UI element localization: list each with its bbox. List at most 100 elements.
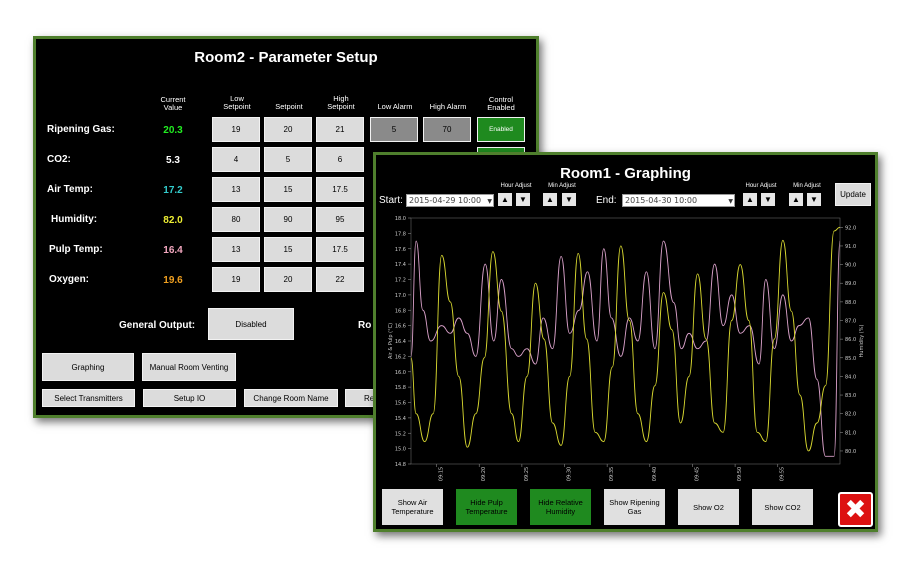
header-high-alarm: High Alarm <box>429 102 467 111</box>
graphing-button[interactable]: Graphing <box>42 353 134 381</box>
left-tick-label: 15.0 <box>395 447 406 453</box>
current-oxygen: 19.6 <box>163 275 183 286</box>
relative-humidity-line <box>410 226 841 452</box>
right-tick-label: 90.0 <box>845 263 856 269</box>
right-tick-label: 87.0 <box>845 319 856 325</box>
ripening-gas-high-alarm[interactable]: 70 <box>423 117 471 142</box>
row-label-pulp-temp: Pulp Temp: <box>49 244 103 255</box>
ripening-gas-low-alarm[interactable]: 5 <box>370 117 418 142</box>
ripening-gas-control-enabled[interactable]: Enabled <box>477 117 525 142</box>
left-tick-label: 17.2 <box>395 278 406 284</box>
x-tick-label: 09:15 <box>439 467 445 481</box>
right-tick-label: 91.0 <box>845 244 856 250</box>
row-label-air-temp: Air Temp: <box>47 184 93 195</box>
left-tick-label: 15.4 <box>395 416 406 422</box>
right-tick-label: 82.0 <box>845 412 856 418</box>
show-co2-button[interactable]: Show CO2 <box>752 489 813 525</box>
current-air-temp: 17.2 <box>163 185 183 196</box>
select-transmitters-button[interactable]: Select Transmitters <box>42 389 135 407</box>
end-min-adjust-label: Min Adjust <box>793 183 821 189</box>
pulp-temperature-line <box>410 240 841 457</box>
show-o2-button[interactable]: Show O2 <box>678 489 739 525</box>
oxygen-high-setpoint[interactable]: 22 <box>316 267 364 292</box>
start-min-up-icon[interactable]: ▲ <box>543 193 557 206</box>
current-co2: 5.3 <box>166 155 180 166</box>
left-tick-label: 16.2 <box>395 354 406 360</box>
room1-title: Room1 - Graphing <box>560 165 691 182</box>
header-high-setpoint: High Setpoint <box>327 94 355 111</box>
pulp-temp-setpoint[interactable]: 15 <box>264 237 312 262</box>
close-button[interactable]: ✖ <box>838 492 873 527</box>
ripening-gas-high-setpoint[interactable]: 21 <box>316 117 364 142</box>
start-min-down-icon[interactable]: ▼ <box>562 193 576 206</box>
air-temp-low-setpoint[interactable]: 13 <box>212 177 260 202</box>
co2-high-setpoint[interactable]: 6 <box>316 147 364 172</box>
x-tick-label: 09:25 <box>524 467 530 481</box>
x-tick-label: 09:20 <box>481 467 487 481</box>
current-pulp-temp: 16.4 <box>163 245 183 256</box>
start-hour-up-icon[interactable]: ▲ <box>498 193 512 206</box>
start-hour-adjust-label: Hour Adjust <box>500 183 532 189</box>
humidity-low-setpoint[interactable]: 80 <box>212 207 260 232</box>
hide-pulp-temperature-button[interactable]: Hide Pulp Temperature <box>456 489 517 525</box>
start-hour-down-icon[interactable]: ▼ <box>516 193 530 206</box>
left-tick-label: 15.2 <box>395 431 406 437</box>
start-label: Start: <box>379 195 403 206</box>
humidity-setpoint[interactable]: 90 <box>264 207 312 232</box>
right-tick-label: 83.0 <box>845 393 856 399</box>
header-current-value: Current Value <box>160 95 186 112</box>
manual-room-venting-button[interactable]: Manual Room Venting <box>142 353 236 381</box>
ripening-gas-setpoint[interactable]: 20 <box>264 117 312 142</box>
co2-low-setpoint[interactable]: 4 <box>212 147 260 172</box>
air-temp-high-setpoint[interactable]: 17.5 <box>316 177 364 202</box>
row-label-humidity: Humidity: <box>51 214 98 225</box>
left-tick-label: 16.8 <box>395 308 406 314</box>
change-room-name-button[interactable]: Change Room Name <box>244 389 338 407</box>
pulp-temp-high-setpoint[interactable]: 17.5 <box>316 237 364 262</box>
general-output-label: General Output: <box>119 320 196 331</box>
header-control-enabled: Control Enabled <box>487 95 515 112</box>
right-tick-label: 92.0 <box>845 225 856 231</box>
start-datetime-input[interactable]: 2015-04-29 10:00 ▼ <box>406 194 494 207</box>
ripening-gas-low-setpoint[interactable]: 19 <box>212 117 260 142</box>
header-low-alarm: Low Alarm <box>377 102 413 111</box>
x-tick-label: 09:30 <box>567 467 573 481</box>
right-tick-label: 86.0 <box>845 337 856 343</box>
hide-relative-humidity-button[interactable]: Hide Relative Humidity <box>530 489 591 525</box>
end-datetime-input[interactable]: 2015-04-30 10:00 ▼ <box>622 194 735 207</box>
co2-setpoint[interactable]: 5 <box>264 147 312 172</box>
end-hour-adjust-label: Hour Adjust <box>745 183 777 189</box>
right-tick-label: 84.0 <box>845 374 856 380</box>
end-min-down-icon[interactable]: ▼ <box>807 193 821 206</box>
oxygen-setpoint[interactable]: 20 <box>264 267 312 292</box>
setup-io-button[interactable]: Setup IO <box>143 389 236 407</box>
left-tick-label: 18.0 <box>395 216 406 222</box>
show-ripening-gas-button[interactable]: Show Ripening Gas <box>604 489 665 525</box>
update-button[interactable]: Update <box>835 183 871 206</box>
left-axis-label: Air & Pulp (°C) <box>388 323 394 359</box>
general-output-button[interactable]: Disabled <box>208 308 294 340</box>
room-label-partial: Ro <box>358 320 372 331</box>
oxygen-low-setpoint[interactable]: 19 <box>212 267 260 292</box>
left-tick-label: 16.4 <box>395 339 406 345</box>
right-tick-label: 89.0 <box>845 281 856 287</box>
show-air-temperature-button[interactable]: Show Air Temperature <box>382 489 443 525</box>
left-tick-label: 16.0 <box>395 370 406 376</box>
row-label-ripening-gas: Ripening Gas: <box>47 124 115 135</box>
right-tick-label: 88.0 <box>845 300 856 306</box>
x-tick-label: 09:50 <box>737 467 743 481</box>
graph-chart: 18.0 17.8 17.6 17.4 17.2 17.0 16.8 16.6 16.4 16.2… <box>388 216 865 481</box>
air-temp-setpoint[interactable]: 15 <box>264 177 312 202</box>
right-axis-label: Humidity (%) <box>859 324 865 357</box>
humidity-high-setpoint[interactable]: 95 <box>316 207 364 232</box>
x-tick-label: 09:55 <box>780 467 786 481</box>
end-hour-down-icon[interactable]: ▼ <box>761 193 775 206</box>
end-min-up-icon[interactable]: ▲ <box>789 193 803 206</box>
right-tick-label: 80.0 <box>845 449 856 455</box>
pulp-temp-low-setpoint[interactable]: 13 <box>212 237 260 262</box>
end-hour-up-icon[interactable]: ▲ <box>743 193 757 206</box>
left-tick-label: 17.0 <box>395 293 406 299</box>
x-tick-label: 09:45 <box>694 467 700 481</box>
left-tick-label: 17.6 <box>395 247 406 253</box>
right-tick-label: 85.0 <box>845 356 856 362</box>
